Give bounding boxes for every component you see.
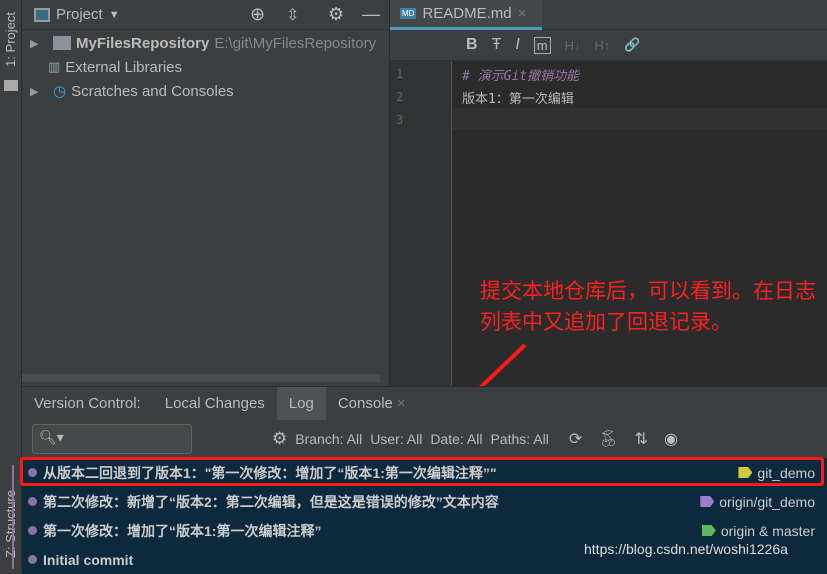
commit-message: Initial commit xyxy=(43,551,134,568)
search-icon: 🔍︎▾ xyxy=(39,429,64,445)
scratches-clock-icon: ◷ xyxy=(53,83,67,100)
user-filter[interactable]: User: All xyxy=(370,431,422,447)
commit-ref: origin/git_demo xyxy=(719,493,815,510)
module-folder-icon xyxy=(53,36,71,50)
refresh-icon[interactable]: ⟳ xyxy=(569,429,582,449)
tab-readme[interactable]: MD README.md × xyxy=(390,0,542,30)
library-icon: ▥ xyxy=(48,59,61,74)
tree-item-path: E:\git\MyFilesRepository xyxy=(214,34,377,52)
line-number: 1 xyxy=(396,67,404,81)
project-view-selector[interactable]: Project xyxy=(56,6,103,23)
commit-node xyxy=(28,555,37,564)
italic-button[interactable]: I xyxy=(515,36,519,54)
bold-button[interactable]: B xyxy=(466,36,478,54)
project-panel: Project ▼ ⊕ ⇳ ⚙ — ▶ MyFilesRepository E:… xyxy=(22,0,390,386)
horizontal-scrollbar[interactable] xyxy=(22,374,380,382)
tab-console[interactable]: Console xyxy=(326,387,405,420)
project-header: Project ▼ ⊕ ⇳ ⚙ — xyxy=(22,0,390,30)
gutter: 1 2 3 xyxy=(390,61,452,386)
strikethrough-button[interactable]: Ŧ xyxy=(492,36,502,54)
tree-item-label: MyFilesRepository xyxy=(76,34,210,52)
line-number: 2 xyxy=(396,90,404,104)
commit-message: 第一次修改：增加了“版本1:第一次编辑注释” xyxy=(43,522,322,539)
folder-icon xyxy=(4,80,18,91)
markdown-toolbar: B Ŧ I m H↓ H↑ 🔗 xyxy=(390,30,827,61)
link-button[interactable]: 🔗 xyxy=(624,37,640,53)
tag-icon xyxy=(701,525,716,536)
current-line-highlight xyxy=(452,108,827,130)
paths-filter[interactable]: Paths: All xyxy=(490,431,548,447)
tree-item-repository[interactable]: ▶ MyFilesRepository E:\git\MyFilesReposi… xyxy=(30,31,376,55)
tree-item-external-libraries[interactable]: ▥ External Libraries xyxy=(48,55,182,79)
chevron-down-icon[interactable]: ▼ xyxy=(109,9,120,21)
gear-icon[interactable]: ⚙ xyxy=(328,4,344,25)
commit-node xyxy=(28,497,37,506)
locate-icon[interactable]: ⊕ xyxy=(250,4,265,25)
close-icon[interactable]: × xyxy=(397,387,406,420)
collapse-all-icon[interactable]: ⇳ xyxy=(286,5,299,25)
tab-local-changes[interactable]: Local Changes xyxy=(153,387,277,420)
commit-row[interactable]: 第二次修改：新增了“版本2：第二次编辑，但是这是错误的修改”文本内容 origin… xyxy=(22,487,827,516)
expand-arrow-icon[interactable]: ▶ xyxy=(30,37,44,50)
vc-label: Version Control: xyxy=(34,395,141,412)
project-view-icon xyxy=(34,7,50,22)
structure-tool-button[interactable]: Z: Structure xyxy=(3,490,18,558)
hide-icon[interactable]: — xyxy=(362,4,380,25)
code-line[interactable]: # 演示Git撤销功能 xyxy=(462,65,579,84)
tab-log[interactable]: Log xyxy=(276,387,326,420)
line-number: 3 xyxy=(396,113,404,127)
commit-graph-line xyxy=(12,465,14,569)
markdown-file-icon: MD xyxy=(400,8,417,19)
eye-icon[interactable]: ◉ xyxy=(664,429,678,449)
commit-ref: origin & master xyxy=(720,522,815,539)
cherry-pick-icon[interactable]: 🍒︎ xyxy=(598,429,618,449)
code-line[interactable]: 版本1：第一次编辑 xyxy=(462,88,574,107)
close-icon[interactable]: × xyxy=(518,5,527,22)
vc-tabs: Version Control: Local Changes Log Conso… xyxy=(22,387,406,420)
code-button[interactable]: m xyxy=(533,36,551,54)
header-down-button[interactable]: H↓ xyxy=(565,38,581,53)
expand-arrow-icon[interactable]: ▶ xyxy=(30,85,44,98)
log-toolbar: 🔍︎▾ ⚙ Branch: All User: All Date: All Pa… xyxy=(22,423,827,455)
project-tool-button[interactable]: 1: Project xyxy=(3,12,18,67)
annotation-text: 提交本地仓库后，可以看到。在日志列表中又追加了回退记录。 xyxy=(480,280,816,334)
tree-item-label: External Libraries xyxy=(65,58,183,76)
tag-icon xyxy=(700,496,715,507)
commit-message: 第二次修改：新增了“版本2：第二次编辑，但是这是错误的修改”文本内容 xyxy=(43,493,499,510)
commit-node xyxy=(28,526,37,535)
editor-tabs: MD README.md × xyxy=(390,0,827,30)
header-up-button[interactable]: H↑ xyxy=(595,38,611,53)
date-filter[interactable]: Date: All xyxy=(430,431,482,447)
sort-icon[interactable]: ⇅ xyxy=(635,429,648,449)
branch-filter[interactable]: Branch: All xyxy=(295,431,362,447)
gear-icon[interactable]: ⚙ xyxy=(272,429,287,449)
watermark: https://blog.csdn.net/woshi1226a xyxy=(584,541,788,557)
search-input[interactable]: 🔍︎▾ xyxy=(32,424,192,454)
tool-window-stripe: 1: Project Z: Structure xyxy=(0,0,22,569)
annotation-highlight-box xyxy=(20,457,824,486)
tree-item-scratches[interactable]: ▶ ◷ Scratches and Consoles xyxy=(30,79,234,103)
tab-label: README.md xyxy=(422,5,512,22)
tree-item-label: Scratches and Consoles xyxy=(71,82,234,100)
